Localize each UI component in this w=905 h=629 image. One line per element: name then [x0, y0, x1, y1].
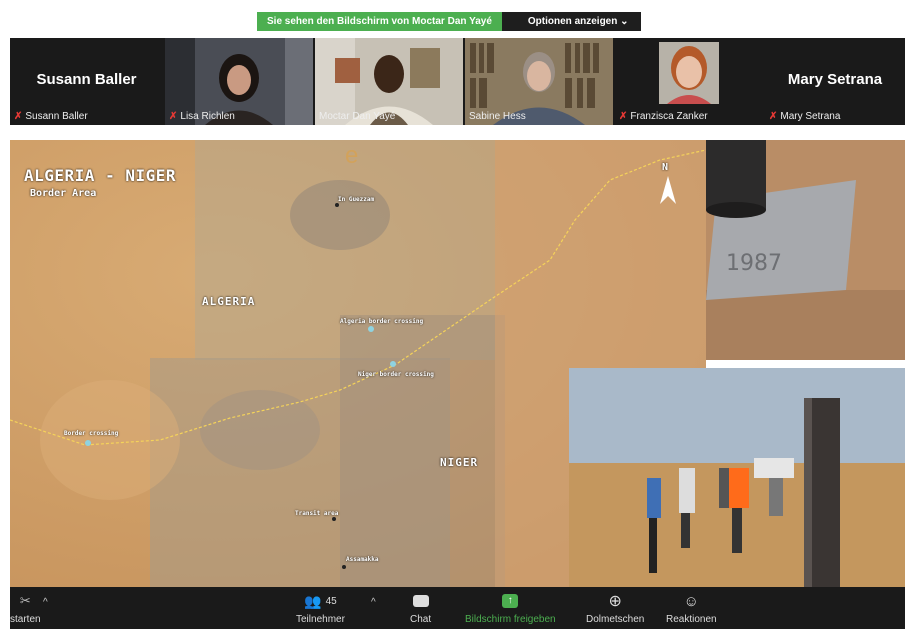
map-marker [368, 326, 374, 332]
chevron-up-icon[interactable]: ^ [43, 597, 48, 608]
mic-muted-icon: ✗ [14, 111, 23, 122]
participant-tile-lisa-richlen[interactable]: ✗ Lisa Richlen [165, 38, 313, 125]
start-video-label: starten [10, 614, 41, 625]
share-screen-icon: ↑ [502, 594, 519, 608]
meeting-toolbar: ✂ starten ^ 👥 45 Teilnehmer ^ Chat ↑ Bil… [10, 587, 905, 629]
chevron-up-icon[interactable]: ^ [371, 597, 376, 608]
shared-screen: e ALGERIA - NIGER Border Area N ALGERIA … [10, 140, 905, 587]
participants-button[interactable]: 👥 45 Teilnehmer [296, 591, 345, 626]
svg-text:1987: 1987 [726, 251, 782, 276]
map-subtitle: Border Area [30, 188, 97, 199]
interpretation-button[interactable]: ⊕ Dolmetschen [586, 591, 644, 625]
video-off-icon: ✂ [19, 593, 31, 608]
interpretation-label: Dolmetschen [586, 614, 645, 625]
slide-title-partial: e [345, 142, 359, 169]
mic-muted-icon: ✗ [169, 111, 178, 122]
screen-share-banner: Sie sehen den Bildschirm von Moctar Dan … [257, 12, 641, 31]
region-label-niger: NIGER [440, 456, 479, 469]
place-border-crossing: Border crossing [64, 430, 119, 437]
participants-label: Teilnehmer [296, 614, 345, 625]
participant-strip: Susann Baller ✗ Susann Baller ✗ Lisa Ric… [10, 38, 905, 125]
reactions-label: Reaktionen [666, 614, 717, 625]
share-screen-button[interactable]: ↑ Bildschirm freigeben [465, 591, 556, 625]
place-algeria-border-crossing: Algeria border crossing [340, 318, 424, 325]
region-label-algeria: ALGERIA [202, 295, 256, 308]
place-in-guezzam: In Guezzam [338, 196, 375, 203]
place-assamakka: Assamakka [346, 556, 379, 563]
map-marker [335, 203, 339, 207]
participant-label: ✗ Franzisca Zanker [619, 111, 708, 122]
map-marker [390, 361, 396, 367]
participant-tile-franzisca-zanker[interactable]: ✗ Franzisca Zanker [615, 38, 763, 125]
chat-icon [412, 595, 429, 607]
chat-label: Chat [410, 614, 432, 625]
view-options-button[interactable]: Optionen anzeigen ⌄ [501, 12, 641, 31]
reactions-button[interactable]: ☺ Reaktionen [666, 591, 717, 626]
share-screen-label: Bildschirm freigeben [465, 614, 556, 625]
north-arrow-icon [660, 176, 676, 204]
participant-name: Mary Setrana [787, 71, 883, 88]
globe-icon: ⊕ [608, 593, 622, 610]
place-niger-border-crossing: Niger border crossing [358, 371, 434, 378]
chat-button[interactable]: Chat [410, 591, 431, 625]
map-title: ALGERIA - NIGER [24, 166, 176, 185]
participant-label: ✗ Lisa Richlen [169, 111, 235, 122]
participant-label: Sabine Hess [469, 111, 526, 122]
mic-muted-icon: ✗ [769, 111, 778, 122]
participant-tile-mary-setrana[interactable]: Mary Setrana ✗ Mary Setrana [765, 38, 905, 125]
place-transit-area: Transit area [295, 510, 339, 517]
desert-people-photo [569, 368, 905, 587]
border-marker-photo: 1987 [706, 140, 905, 360]
participant-name: Susann Baller [36, 71, 137, 88]
emoji-icon: ☺ [683, 592, 699, 610]
map-marker [85, 440, 91, 446]
participant-tile-moctar-dan-yaye[interactable]: Moctar Dan Yayé [315, 38, 463, 125]
participant-label: ✗ Mary Setrana [769, 111, 841, 122]
north-arrow-label: N [662, 162, 669, 173]
participant-tile-sabine-hess[interactable]: Sabine Hess [465, 38, 613, 125]
sharing-indicator-text: Sie sehen den Bildschirm von Moctar Dan … [257, 12, 502, 31]
start-video-button[interactable]: ✂ starten [10, 591, 41, 625]
mic-muted-icon: ✗ [619, 111, 628, 122]
participant-tile-susann-baller[interactable]: Susann Baller ✗ Susann Baller [10, 38, 163, 125]
map-marker [342, 565, 346, 569]
participant-label: Moctar Dan Yayé [319, 111, 396, 122]
participant-count: 45 [325, 595, 337, 607]
participant-label: ✗ Susann Baller [14, 111, 88, 122]
participants-icon: 👥 [304, 592, 322, 609]
map-marker [332, 517, 336, 521]
